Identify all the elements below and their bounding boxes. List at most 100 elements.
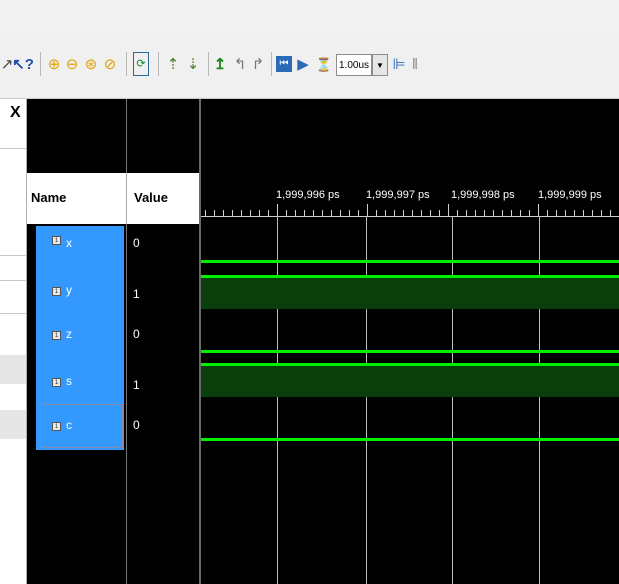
signal-name: z <box>66 327 72 341</box>
swap-down-icon[interactable]: ⇣ <box>184 52 202 76</box>
name-header-label: Name <box>31 190 67 205</box>
next-transition-icon[interactable]: ↱ <box>250 52 266 76</box>
signal-bit-icon: 1 <box>52 287 61 296</box>
ruler-tick <box>565 210 566 216</box>
toolbar-separator <box>40 52 41 76</box>
zoom-out-icon[interactable]: ⊖ <box>64 52 80 76</box>
ruler-tick <box>475 210 476 216</box>
pane-divider <box>0 280 26 281</box>
ruler-tick <box>277 204 278 216</box>
ruler-tick <box>529 210 530 216</box>
ruler-tick <box>214 210 215 216</box>
ruler-tick <box>340 210 341 216</box>
ruler-tick <box>385 210 386 216</box>
title-bar <box>0 0 619 32</box>
signal-bit-icon: 1 <box>52 236 61 245</box>
ruler-tick <box>592 210 593 216</box>
pane-divider <box>0 255 26 256</box>
signal-name: x <box>66 236 72 250</box>
ruler-tick <box>232 210 233 216</box>
signal-value: 0 <box>133 327 140 341</box>
waveform-c <box>201 438 619 441</box>
go-to-start-icon[interactable]: ⏮ <box>276 56 292 72</box>
waveform-canvas[interactable] <box>201 99 619 584</box>
help-pointer-icon[interactable]: ↖? <box>12 52 34 76</box>
ruler-tick <box>538 204 539 216</box>
zoom-time-field[interactable]: 1.00us <box>336 54 372 76</box>
ruler-tick <box>223 210 224 216</box>
ruler-tick <box>304 210 305 216</box>
ruler-tick <box>511 210 512 216</box>
time-step-icon[interactable]: ⏳ <box>316 52 332 76</box>
ruler-tick <box>241 210 242 216</box>
time-gridline <box>366 216 367 584</box>
ruler-tick <box>394 210 395 216</box>
signal-name: c <box>66 418 72 432</box>
toolbar-separator <box>158 52 159 76</box>
ruler-tick <box>349 210 350 216</box>
pane-row-stripe <box>0 355 26 384</box>
pane-row-stripe <box>0 410 26 439</box>
previous-transition-icon[interactable]: ↰ <box>232 52 248 76</box>
waveform-s <box>201 363 619 366</box>
ruler-tick <box>358 210 359 216</box>
ruler-tick <box>295 210 296 216</box>
signal-value: 0 <box>133 418 140 432</box>
run-icon[interactable]: ▶ <box>297 52 309 76</box>
ruler-tick <box>556 210 557 216</box>
ruler-tick <box>286 210 287 216</box>
zoom-fit-icon[interactable]: ⊛ <box>82 52 100 76</box>
ruler-tick <box>610 210 611 216</box>
pause-icon[interactable]: ‖ <box>410 52 420 76</box>
ruler-tick <box>322 210 323 216</box>
waveform-s-fill <box>201 366 619 397</box>
ruler-tick <box>457 210 458 216</box>
signal-bit-icon: 1 <box>52 378 61 387</box>
zoom-cursor-icon[interactable]: ⊘ <box>102 52 118 76</box>
ruler-tick <box>466 210 467 216</box>
swap-up-icon[interactable]: ⇡ <box>164 52 182 76</box>
signal-value: 1 <box>133 287 140 301</box>
time-gridline <box>277 216 278 584</box>
close-icon[interactable]: X <box>10 104 21 122</box>
goto-time-icon[interactable]: ⟳ <box>133 52 149 76</box>
signal-value: 0 <box>133 236 140 250</box>
time-ruler <box>201 216 619 217</box>
signal-bit-icon: 1 <box>52 422 61 431</box>
ruler-tick <box>439 210 440 216</box>
chevron-down-icon[interactable]: ▼ <box>372 54 388 76</box>
time-gridline <box>539 216 540 584</box>
cursor-icon[interactable]: ↗ <box>1 52 14 76</box>
time-gridline <box>452 216 453 584</box>
waveform-y-fill <box>201 278 619 309</box>
ruler-tick <box>250 210 251 216</box>
ruler-tick <box>430 210 431 216</box>
ruler-tick <box>520 210 521 216</box>
toolbar-separator <box>271 52 272 76</box>
wave-config-icon[interactable]: ⊫ <box>390 52 408 76</box>
objects-pane <box>0 99 27 584</box>
ruler-tick <box>403 210 404 216</box>
ruler-tick <box>268 210 269 216</box>
time-label: 1,999,997 ps <box>366 189 430 201</box>
ruler-tick <box>313 210 314 216</box>
ruler-tick <box>412 210 413 216</box>
time-label: 1,999,996 ps <box>276 189 340 201</box>
ruler-tick <box>331 210 332 216</box>
ruler-tick <box>502 210 503 216</box>
column-divider[interactable] <box>126 99 127 584</box>
waveform-x <box>201 260 619 263</box>
value-column <box>127 99 199 584</box>
waveform-y <box>201 275 619 278</box>
time-label: 1,999,998 ps <box>451 189 515 201</box>
toolbar-separator <box>126 52 127 76</box>
ruler-tick <box>493 210 494 216</box>
zoom-in-icon[interactable]: ⊕ <box>46 52 62 76</box>
ruler-tick <box>205 210 206 216</box>
ruler-tick <box>376 210 377 216</box>
value-header-label: Value <box>134 190 168 205</box>
marker-icon[interactable]: ↥ <box>214 52 227 76</box>
ruler-tick <box>448 204 449 216</box>
ruler-tick <box>583 210 584 216</box>
ruler-tick <box>421 210 422 216</box>
